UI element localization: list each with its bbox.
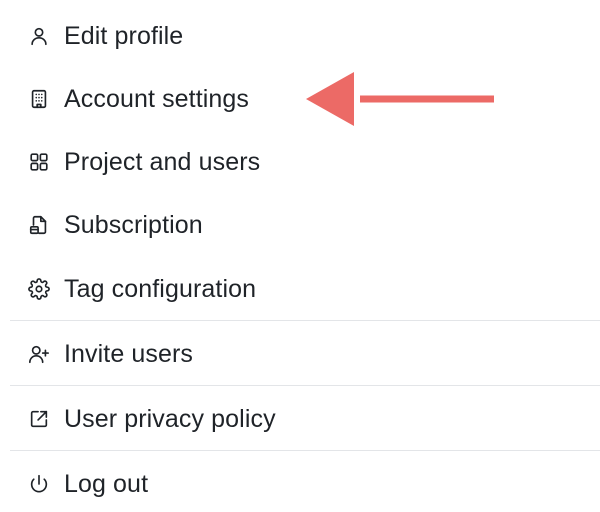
menu-item-user-privacy-policy[interactable]: User privacy policy [10, 397, 600, 441]
menu-item-label: Log out [64, 469, 149, 498]
menu-item-label: User privacy policy [64, 404, 276, 433]
menu-item-label: Project and users [64, 147, 261, 176]
menu-item-project-and-users[interactable]: Project and users [10, 140, 600, 184]
menu-item-log-out[interactable]: Log out [10, 462, 600, 506]
annotation-arrow-icon [306, 72, 494, 126]
external-link-icon [28, 408, 50, 430]
menu-item-subscription[interactable]: Subscription [10, 203, 600, 247]
menu-item-tag-configuration[interactable]: Tag configuration [10, 267, 600, 311]
menu-item-label: Account settings [64, 84, 250, 113]
file-subscription-icon [28, 214, 50, 236]
menu-item-invite-users[interactable]: Invite users [10, 332, 600, 376]
user-icon [28, 25, 50, 47]
menu-item-label: Tag configuration [64, 274, 257, 303]
menu-item-label: Invite users [64, 339, 194, 368]
menu-item-label: Edit profile [64, 21, 184, 50]
menu-divider [10, 450, 600, 451]
menu-item-label: Subscription [64, 210, 203, 239]
arrow-head [306, 72, 354, 126]
menu-divider [10, 385, 600, 386]
menu-divider [10, 320, 600, 321]
grid-icon [28, 151, 50, 173]
power-icon [28, 473, 50, 495]
user-plus-icon [28, 343, 50, 365]
gear-icon [28, 278, 50, 300]
building-icon [28, 88, 50, 110]
menu-item-edit-profile[interactable]: Edit profile [10, 14, 600, 58]
